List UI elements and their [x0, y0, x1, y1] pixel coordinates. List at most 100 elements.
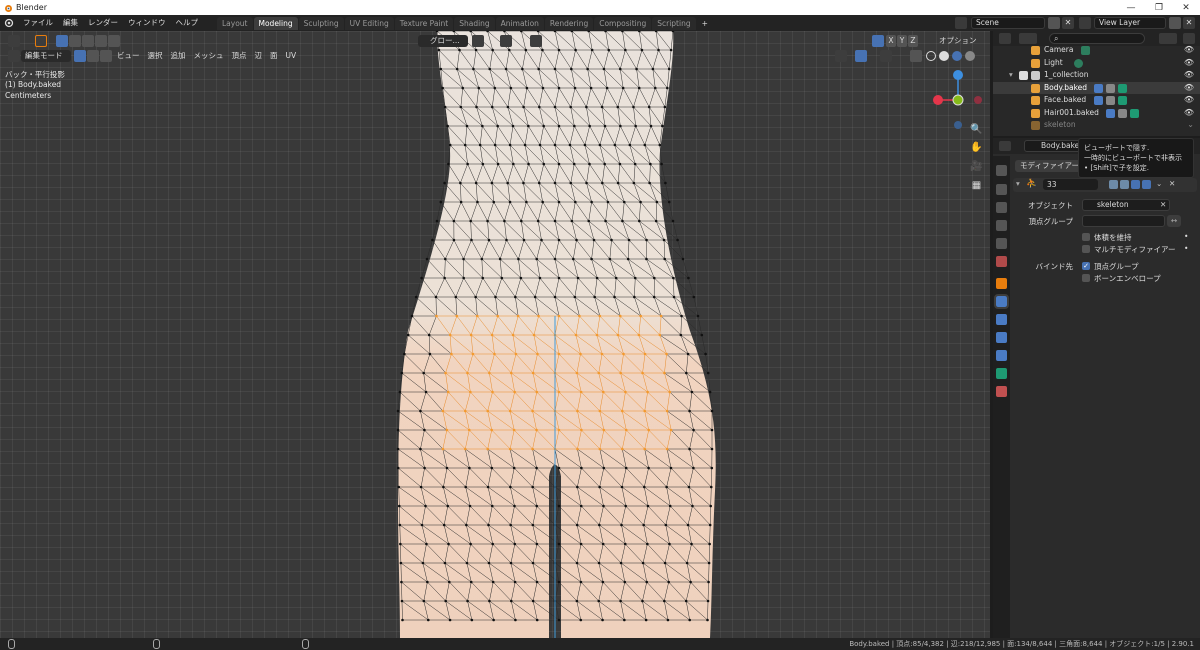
- collapse-arrow-icon[interactable]: ▾: [1009, 69, 1013, 82]
- material-tab-icon[interactable]: [996, 386, 1007, 397]
- gizmo-toggle-icon[interactable]: [855, 49, 867, 62]
- 3d-viewport[interactable]: グロー... X Y Z オプション 編集モード ビュー 選択 追加 メッシュ …: [0, 31, 990, 638]
- menu-help[interactable]: ヘルプ: [171, 15, 204, 31]
- solid-shading-icon[interactable]: [939, 50, 949, 61]
- add-workspace-button[interactable]: +: [696, 16, 713, 30]
- wrench-icon[interactable]: [1094, 83, 1103, 93]
- display-mode-icon[interactable]: [1019, 33, 1037, 44]
- properties-editor-type-icon[interactable]: [999, 141, 1011, 151]
- options-dropdown[interactable]: オプション: [939, 35, 977, 47]
- tab-shading[interactable]: Shading: [454, 16, 495, 30]
- view-layer-selector[interactable]: View Layer: [1094, 17, 1166, 29]
- viewport-toggle-icon[interactable]: [1131, 180, 1140, 189]
- proportional-edit-icon[interactable]: [530, 34, 542, 47]
- vertex-groups-icon[interactable]: [1106, 96, 1115, 105]
- camera-data-icon[interactable]: [1081, 46, 1090, 55]
- particles-tab-icon[interactable]: [996, 314, 1007, 325]
- outliner-row-face-baked[interactable]: Face.baked 👁: [993, 94, 1200, 107]
- remove-modifier-icon[interactable]: ✕: [1169, 179, 1175, 188]
- camera-view-icon[interactable]: 🎥: [970, 160, 983, 173]
- maximize-button[interactable]: ❐: [1145, 0, 1173, 15]
- view-layer-tab-icon[interactable]: [996, 220, 1007, 231]
- world-tab-icon[interactable]: [996, 256, 1007, 267]
- eye-icon[interactable]: 👁: [1184, 69, 1194, 82]
- mesh-data-icon[interactable]: [1118, 83, 1127, 93]
- on-cage-toggle-icon[interactable]: [1120, 180, 1129, 189]
- pivot-point-icon[interactable]: [472, 34, 484, 47]
- menu-edge[interactable]: 辺: [251, 50, 267, 62]
- material-shading-icon[interactable]: [952, 50, 962, 61]
- data-tab-icon[interactable]: [996, 368, 1007, 379]
- outliner-row-skeleton[interactable]: skeleton ⌄: [993, 119, 1200, 132]
- wrench-icon[interactable]: [1106, 108, 1115, 118]
- vertex-groups-icon[interactable]: [1106, 83, 1115, 93]
- menu-select[interactable]: 選択: [144, 50, 167, 62]
- tool-tab-icon[interactable]: [996, 165, 1007, 176]
- mesh-data-icon[interactable]: [1130, 108, 1139, 118]
- face-select-icon[interactable]: [100, 49, 112, 62]
- filter-icon[interactable]: [1159, 33, 1177, 44]
- outliner-row-collection[interactable]: ▾ 1_collection 👁: [993, 69, 1200, 82]
- invert-vertex-group-icon[interactable]: ↔: [1167, 215, 1181, 227]
- collection-checkbox[interactable]: [1019, 71, 1028, 80]
- preserve-volume-checkbox[interactable]: [1082, 233, 1090, 241]
- wireframe-shading-icon[interactable]: [926, 50, 936, 61]
- select-mode-invert-icon[interactable]: [95, 34, 107, 47]
- modifier-tab-icon[interactable]: [994, 294, 1009, 309]
- menu-render[interactable]: レンダー: [83, 15, 123, 31]
- menu-view[interactable]: ビュー: [113, 50, 144, 62]
- xray-toggle-icon[interactable]: [910, 49, 922, 62]
- tab-animation[interactable]: Animation: [495, 16, 544, 30]
- outliner-row-light[interactable]: Light 👁: [993, 57, 1200, 70]
- scene-selector[interactable]: Scene: [971, 17, 1045, 29]
- outliner-row-camera[interactable]: Camera 👁: [993, 44, 1200, 57]
- tab-sculpting[interactable]: Sculpting: [298, 16, 344, 30]
- multi-modifier-checkbox[interactable]: [1082, 245, 1090, 253]
- rendered-shading-icon[interactable]: [965, 50, 975, 61]
- select-mode-extend-icon[interactable]: [69, 34, 81, 47]
- outliner-row-hair-baked[interactable]: Hair001.baked 👁: [993, 107, 1200, 120]
- mirror-x-toggle[interactable]: X: [886, 34, 896, 47]
- constraints-tab-icon[interactable]: [996, 350, 1007, 361]
- scene-tab-icon[interactable]: [996, 238, 1007, 249]
- view-layer-icon[interactable]: [1079, 17, 1091, 29]
- eye-icon[interactable]: 👁: [1184, 107, 1194, 120]
- minimize-button[interactable]: —: [1117, 0, 1145, 15]
- overlay-toggle-icon[interactable]: [880, 49, 892, 62]
- select-mode-new-icon[interactable]: [56, 34, 68, 47]
- scene-icon[interactable]: [955, 17, 967, 29]
- outliner-row-body-baked[interactable]: Body.baked 👁: [993, 81, 1200, 94]
- edge-select-icon[interactable]: [87, 49, 99, 62]
- eye-icon[interactable]: 👁: [1184, 44, 1194, 57]
- render-toggle-icon[interactable]: [1142, 180, 1151, 189]
- new-view-layer-icon[interactable]: [1169, 17, 1181, 29]
- object-tab-icon[interactable]: [996, 278, 1007, 289]
- outliner-editor-type-icon[interactable]: [999, 33, 1011, 44]
- blender-menu-icon[interactable]: [4, 18, 14, 28]
- menu-add[interactable]: 追加: [167, 50, 190, 62]
- mesh-data-icon[interactable]: [1118, 96, 1127, 105]
- edit-mode-icon[interactable]: [8, 49, 20, 62]
- tab-layout[interactable]: Layout: [217, 16, 253, 30]
- delete-view-layer-icon[interactable]: ✕: [1183, 17, 1195, 29]
- tab-compositing[interactable]: Compositing: [594, 16, 652, 30]
- keyframe-dot-icon[interactable]: •: [1184, 232, 1188, 241]
- object-field[interactable]: skeleton: [1082, 199, 1170, 211]
- eye-icon[interactable]: 👁: [1184, 57, 1194, 70]
- tab-texture-paint[interactable]: Texture Paint: [394, 16, 454, 30]
- collapse-arrow-icon[interactable]: ▾: [1016, 179, 1020, 188]
- modifier-name-field[interactable]: 33: [1043, 179, 1098, 190]
- wrench-icon[interactable]: [1094, 96, 1103, 105]
- menu-vertex[interactable]: 頂点: [228, 50, 251, 62]
- mirror-y-toggle[interactable]: Y: [897, 34, 907, 47]
- select-mode-subtract-icon[interactable]: [82, 34, 94, 47]
- transform-orientation-dropdown[interactable]: グロー...: [418, 34, 468, 47]
- modifier-menu-icon[interactable]: ⌄: [1156, 179, 1162, 188]
- output-tab-icon[interactable]: [996, 202, 1007, 213]
- eye-icon[interactable]: 👁: [1184, 94, 1194, 107]
- vertex-group-field[interactable]: [1082, 215, 1165, 227]
- physics-tab-icon[interactable]: [996, 332, 1007, 343]
- delete-scene-icon[interactable]: ✕: [1062, 17, 1074, 29]
- editor-type-icon[interactable]: [8, 34, 20, 47]
- keyframe-dot-icon[interactable]: •: [1184, 244, 1188, 253]
